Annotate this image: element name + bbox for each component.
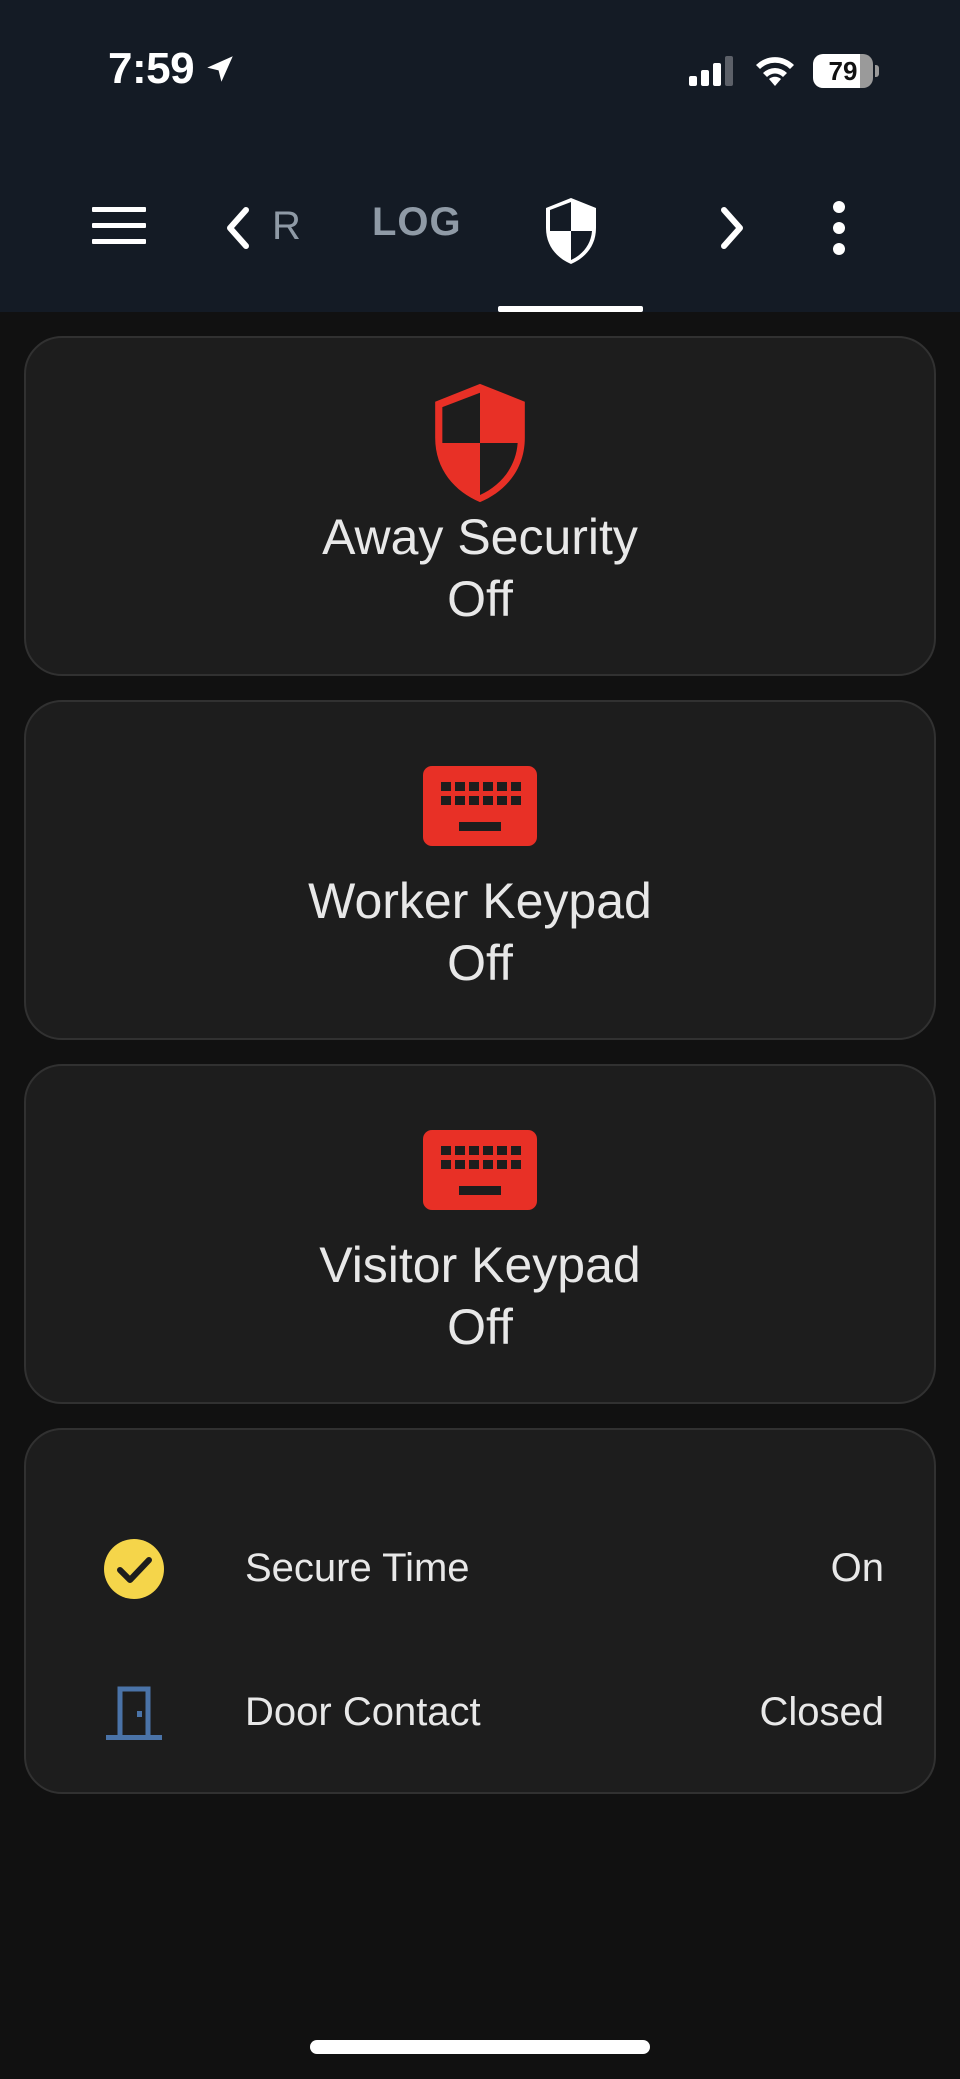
entity-row-secure-time[interactable]: Secure Time On [26, 1524, 934, 1614]
entity-name: Secure Time [245, 1546, 470, 1590]
visitor-keypad-card[interactable]: Visitor Keypad Off [24, 1064, 936, 1404]
card-state: Off [447, 1299, 513, 1355]
keyboard-icon [423, 1130, 537, 1210]
card-state: Off [447, 935, 513, 991]
card-name: Worker Keypad [308, 873, 652, 929]
status-time: 7:59 [108, 44, 195, 93]
tab-security[interactable] [498, 180, 643, 312]
away-security-card[interactable]: Away Security Off [24, 336, 936, 676]
prev-tab-partial-label: R [272, 204, 301, 248]
battery-cap [875, 65, 879, 77]
location-arrow-icon [207, 56, 233, 82]
menu-icon[interactable] [90, 205, 148, 247]
wifi-icon [756, 57, 794, 86]
card-state: Off [447, 571, 513, 627]
battery-level: 79 [828, 56, 858, 86]
prev-tabs-button[interactable]: R [222, 200, 301, 256]
home-indicator[interactable] [310, 2040, 650, 2054]
entity-state: Closed [759, 1690, 884, 1734]
entity-row-door-contact[interactable]: Door Contact Closed [26, 1668, 934, 1758]
active-tab-indicator [498, 306, 643, 312]
entities-card: Secure Time On Door Contact Closed [24, 1428, 936, 1794]
card-name: Away Security [322, 509, 638, 565]
keyboard-icon [423, 766, 537, 846]
chevron-left-icon [227, 207, 249, 249]
more-vertical-icon[interactable] [830, 200, 848, 256]
chevron-right-icon[interactable] [718, 206, 748, 250]
shield-half-icon [435, 383, 525, 503]
tab-log[interactable]: LOG [372, 200, 462, 245]
worker-keypad-card[interactable]: Worker Keypad Off [24, 700, 936, 1040]
card-name: Visitor Keypad [319, 1237, 641, 1293]
check-circle-icon [104, 1539, 164, 1599]
shield-half-icon [546, 198, 596, 264]
entity-state: On [830, 1546, 884, 1590]
battery-indicator: 79 [813, 54, 879, 88]
entity-name: Door Contact [245, 1690, 481, 1734]
door-closed-icon [106, 1686, 162, 1740]
app-header: 7:59 79 R LOG [0, 0, 960, 312]
cellular-signal-icon [689, 56, 733, 86]
